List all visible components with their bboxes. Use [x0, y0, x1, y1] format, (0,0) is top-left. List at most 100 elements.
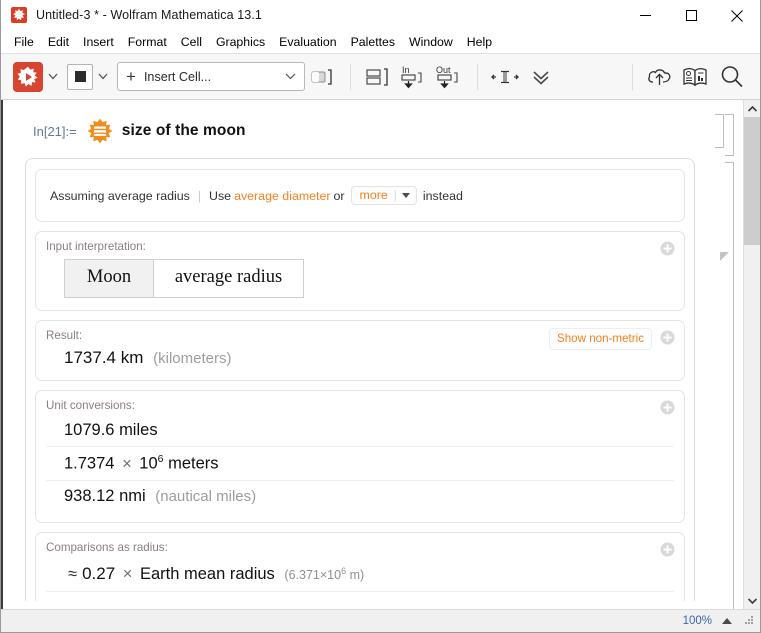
- plus-circle-icon[interactable]: [660, 542, 675, 557]
- conversion-value: 1079.6: [64, 421, 115, 440]
- svg-text:In: In: [402, 65, 410, 75]
- conversion-exponent: 6: [157, 453, 164, 466]
- multiply-symbol: ×: [122, 564, 133, 583]
- plus-icon: +: [126, 67, 136, 86]
- pod-title: Input interpretation:: [46, 240, 146, 254]
- conversion-note: (nautical miles): [155, 487, 257, 505]
- comparison-detail: (6.371×106 m): [284, 565, 365, 582]
- wolfram-alpha-starburst-icon[interactable]: [87, 118, 113, 144]
- insert-cell-label: Insert Cell...: [143, 69, 212, 84]
- conversion-row: 1.7374 × 106 meters: [46, 447, 674, 481]
- insert-cell-dropdown[interactable]: + Insert Cell...: [117, 62, 305, 91]
- scroll-down-arrow-icon[interactable]: [744, 592, 760, 609]
- comparison-row: ≈0.27 × Earth mean radius (6.371×106 m): [46, 557, 674, 592]
- comparison-detail-exp: 6: [341, 565, 347, 576]
- assumption-bar: Assuming average radius | Use average di…: [35, 169, 685, 223]
- pod-title: Unit conversions:: [46, 399, 135, 413]
- multiply-symbol: ×: [122, 454, 132, 473]
- menu-help[interactable]: Help: [460, 33, 499, 52]
- menu-format[interactable]: Format: [121, 33, 174, 52]
- horizontal-resize-icon[interactable]: [487, 61, 523, 93]
- menu-palettes[interactable]: Palettes: [344, 33, 402, 52]
- window-title: Untitled-3 * - Wolfram Mathematica 13.1: [36, 8, 262, 22]
- notebook-content: In[21]:= size of the moon Assuming avera…: [3, 100, 713, 609]
- menu-file[interactable]: File: [7, 33, 41, 52]
- result-unit-note: (kilometers): [153, 350, 232, 368]
- cell-bracket-input[interactable]: [715, 114, 724, 148]
- vertical-scrollbar[interactable]: [743, 100, 760, 609]
- cell-bracket-output[interactable]: [725, 162, 734, 609]
- comparison-detail-base: 10: [327, 567, 342, 582]
- plus-circle-icon[interactable]: [660, 400, 675, 415]
- stop-square-icon[interactable]: [67, 63, 93, 90]
- caret-down-icon: [401, 192, 410, 198]
- wolfram-alpha-result: Assuming average radius | Use average di…: [25, 158, 695, 609]
- assumption-use-label: Use: [209, 188, 232, 203]
- assumption-alternative-link[interactable]: average diameter: [234, 189, 330, 203]
- toolbar-separator: [350, 63, 351, 90]
- group-output-icon[interactable]: Out: [432, 61, 468, 93]
- result-value-row: 1737.4 km (kilometers): [64, 348, 674, 368]
- split-cell-icon[interactable]: [360, 61, 396, 93]
- caret-up-icon[interactable]: [722, 618, 732, 624]
- maximize-button[interactable]: [668, 0, 714, 31]
- cell-bracket-column: [713, 100, 743, 609]
- assumption-more-button[interactable]: more |: [350, 186, 417, 206]
- menu-window[interactable]: Window: [402, 33, 460, 52]
- status-bar: 100%: [1, 609, 760, 632]
- conversion-row: 938.12 nmi (nautical miles): [46, 481, 674, 512]
- menu-cell[interactable]: Cell: [174, 33, 209, 52]
- plus-circle-icon[interactable]: [660, 241, 675, 256]
- comparison-detail-unit: m: [349, 567, 360, 582]
- input-interpretation-table: Moon average radius: [64, 259, 304, 299]
- conversion-unit: nmi: [119, 486, 146, 505]
- comparison-label: Earth mean radius: [139, 564, 275, 583]
- cell-bracket-icon[interactable]: [305, 61, 341, 93]
- close-button[interactable]: [714, 0, 760, 31]
- menu-insert[interactable]: Insert: [76, 33, 121, 52]
- cloud-upload-icon[interactable]: [642, 61, 678, 93]
- group-input-icon[interactable]: In: [396, 61, 432, 93]
- assumption-separator: |: [197, 188, 202, 203]
- conversion-row: 1079.6 miles: [46, 415, 674, 448]
- resize-grip[interactable]: [744, 616, 754, 626]
- wolfram-spikey-icon: [11, 7, 27, 23]
- scroll-up-arrow-icon[interactable]: [743, 100, 760, 117]
- notebook-area: In[21]:= size of the moon Assuming avera…: [1, 100, 760, 609]
- double-chevron-down-icon[interactable]: [523, 61, 559, 93]
- pod-comparisons-as-radius: Comparisons as radius: ≈0.27 × Earth mea…: [35, 531, 685, 609]
- content-clip-mask: [3, 601, 713, 609]
- pod-result: Result: Show non-metric 1737.4 km (kilom: [35, 320, 685, 382]
- input-label: In[21]:=: [33, 123, 77, 139]
- svg-text:Out: Out: [436, 65, 451, 75]
- menu-bar: File Edit Insert Format Cell Graphics Ev…: [1, 31, 760, 53]
- assumption-prefix: Assuming average radius: [50, 188, 190, 203]
- zoom-level[interactable]: 100%: [683, 615, 712, 627]
- assumption-or-label: or: [333, 188, 345, 203]
- notebook-canvas[interactable]: In[21]:= size of the moon Assuming avera…: [1, 100, 713, 609]
- minimize-button[interactable]: [622, 0, 668, 31]
- scrollbar-thumb[interactable]: [744, 117, 760, 245]
- evaluate-chevron-down-icon[interactable]: [43, 62, 63, 92]
- query-text: size of the moon: [121, 122, 246, 139]
- documentation-book-icon[interactable]: [678, 61, 714, 93]
- cell-bracket-outer[interactable]: [725, 114, 734, 156]
- conversion-value: 938.12: [64, 486, 115, 505]
- menu-edit[interactable]: Edit: [41, 33, 76, 52]
- menu-evaluation[interactable]: Evaluation: [272, 33, 343, 52]
- input-cell[interactable]: In[21]:= size of the moon: [3, 114, 713, 148]
- conversion-value: 1.7374: [64, 454, 115, 473]
- mathematica-window: Untitled-3 * - Wolfram Mathematica 13.1 …: [0, 0, 761, 633]
- window-controls: [622, 0, 760, 31]
- plus-circle-icon[interactable]: [660, 330, 675, 345]
- title-bar: Untitled-3 * - Wolfram Mathematica 13.1: [1, 0, 760, 31]
- menu-graphics[interactable]: Graphics: [209, 33, 272, 52]
- interp-property-cell: average radius: [154, 259, 304, 299]
- insert-cell-chevron-down-icon: [285, 71, 296, 83]
- evaluate-play-icon[interactable]: [13, 61, 43, 92]
- abort-chevron-down-icon[interactable]: [93, 62, 113, 92]
- cell-bracket-triangle-icon: [720, 252, 729, 261]
- show-non-metric-button[interactable]: Show non-metric: [549, 328, 652, 351]
- search-icon[interactable]: [714, 61, 750, 93]
- comparison-coefficient: 0.27: [82, 563, 116, 583]
